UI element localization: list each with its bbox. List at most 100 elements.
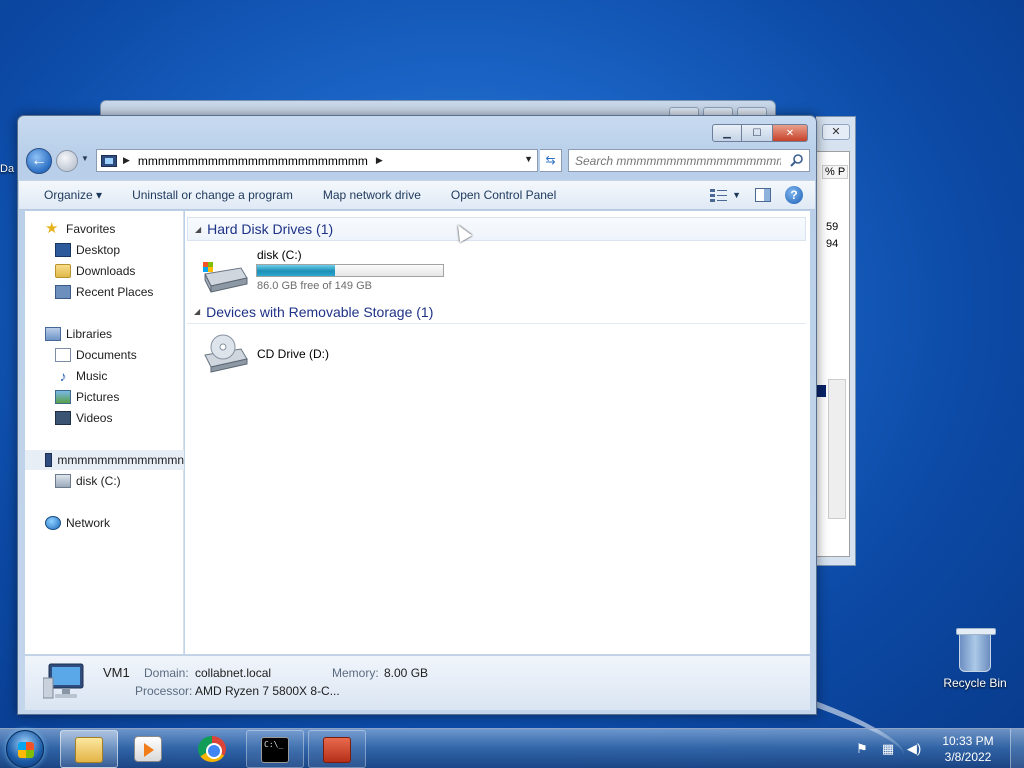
nav-item-label: mmmmmmmmmmmmn	[57, 453, 184, 467]
group-header-removable[interactable]: ◢ Devices with Removable Storage (1)	[187, 300, 806, 324]
nav-item-computer[interactable]: mmmmmmmmmmmmn	[25, 450, 184, 470]
taskbar-cmd-button[interactable]: C:\_	[246, 730, 304, 768]
drive-d-name[interactable]: CD Drive (D:)	[257, 347, 329, 361]
details-pane: VM1 Domain: collabnet.local Memory: 8.00…	[25, 655, 810, 710]
preview-pane-icon[interactable]	[755, 188, 771, 202]
action-center-flag-icon[interactable]: ⚑	[854, 741, 870, 757]
hard-drive-icon[interactable]	[201, 256, 249, 296]
search-icon[interactable]	[790, 153, 804, 167]
map-network-drive-button[interactable]: Map network drive	[308, 188, 436, 202]
command-prompt-icon: C:\_	[261, 737, 289, 763]
cd-drive-icon[interactable]	[201, 333, 249, 373]
show-desktop-button[interactable]	[1010, 729, 1024, 768]
address-bar[interactable]: ▶ mmmmmmmmmmmmmmmmmmmmmmm ▶ ▼	[96, 149, 538, 172]
nav-item-favorites[interactable]: ★ Favorites	[45, 219, 115, 239]
nav-item-recent-places[interactable]: Recent Places	[55, 282, 153, 302]
libraries-icon	[45, 327, 61, 341]
search-box[interactable]	[568, 149, 810, 172]
bg-cell: 59	[826, 221, 839, 233]
start-button[interactable]	[6, 730, 44, 768]
bg-selection-marker	[816, 385, 826, 397]
nav-item-network[interactable]: Network	[45, 513, 110, 533]
content-pane: ◢ Hard Disk Drives (1) disk (C:) 86.0 GB…	[185, 211, 810, 654]
change-view-icon[interactable]: ▼	[710, 188, 741, 202]
recycle-bin[interactable]: Recycle Bin	[940, 628, 1010, 690]
nav-item-label: Libraries	[66, 327, 113, 341]
bg-scrollbar[interactable]	[828, 379, 846, 519]
clock-time: 10:33 PM	[942, 734, 994, 748]
videos-icon	[55, 411, 71, 425]
system-tray: ⚑ ▦ ◀) 10:33 PM 3/8/2022	[854, 729, 1024, 768]
nav-item-label: Documents	[76, 348, 137, 362]
forward-button[interactable]	[56, 150, 78, 172]
maximize-button[interactable]: ☐	[742, 124, 772, 142]
recycle-bin-label: Recycle Bin	[943, 676, 1007, 690]
uninstall-program-button[interactable]: Uninstall or change a program	[117, 188, 308, 202]
nav-item-libraries[interactable]: Libraries	[45, 324, 112, 344]
downloads-folder-icon	[55, 264, 71, 278]
explorer-folder-icon	[75, 737, 103, 763]
toolbox-icon	[323, 737, 351, 763]
back-button[interactable]: ←	[26, 148, 52, 174]
search-input[interactable]	[575, 153, 781, 168]
breadcrumb-computer[interactable]: mmmmmmmmmmmmmmmmmmmmmmm	[138, 154, 368, 168]
command-bar: Organize ▾ Uninstall or change a program…	[19, 180, 815, 210]
music-note-icon: ♪	[59, 368, 67, 384]
drive-c-free-space: 86.0 GB free of 149 GB	[257, 280, 372, 292]
desktop-icon	[55, 243, 71, 257]
computer-icon	[45, 453, 53, 467]
star-icon: ★	[45, 220, 59, 237]
drive-c-usage-bar	[256, 264, 444, 277]
taskbar-chrome-button[interactable]	[184, 730, 242, 768]
nav-item-label: Favorites	[66, 222, 116, 236]
nav-item-label: Pictures	[76, 390, 120, 404]
pictures-icon	[55, 390, 71, 404]
clock[interactable]: 10:33 PM 3/8/2022	[932, 733, 1004, 765]
nav-item-label: Desktop	[76, 243, 121, 257]
taskbar-explorer-button[interactable]	[60, 730, 118, 768]
nav-item-downloads[interactable]: Downloads	[55, 261, 135, 281]
volume-icon[interactable]: ◀)	[906, 741, 922, 757]
background-task-window[interactable]: ✕ % P 59 94	[816, 116, 856, 566]
nav-item-label: disk (C:)	[76, 474, 121, 488]
close-button[interactable]: ✕	[772, 124, 808, 142]
explorer-window: ▁ ☐ ✕ ← ▼ ▶ mmmmmmmmmmmmmmmmmmmmmmm ▶ ▼ …	[17, 115, 817, 715]
nav-item-label: Videos	[76, 411, 113, 425]
drive-c-name[interactable]: disk (C:)	[257, 248, 302, 262]
breadcrumb-separator[interactable]: ▶	[376, 155, 383, 166]
address-dropdown[interactable]: ▼	[524, 154, 533, 164]
open-control-panel-button[interactable]: Open Control Panel	[436, 188, 571, 202]
collapse-triangle-icon[interactable]: ◢	[194, 307, 200, 316]
clock-date: 3/8/2022	[944, 750, 992, 764]
desktop-icon-label[interactable]: Da	[0, 163, 14, 175]
minimize-button[interactable]: ▁	[712, 124, 742, 142]
group-header-hard-disks[interactable]: ◢ Hard Disk Drives (1)	[187, 217, 806, 241]
drive-c-usage-fill	[257, 265, 336, 276]
network-tray-icon[interactable]: ▦	[880, 741, 896, 757]
nav-item-pictures[interactable]: Pictures	[55, 387, 119, 407]
help-icon[interactable]: ?	[785, 186, 803, 204]
caption-buttons: ▁ ☐ ✕	[712, 124, 808, 142]
recent-pages-dropdown[interactable]: ▼	[81, 154, 89, 163]
processor-value: AMD Ryzen 7 5800X 8-C...	[195, 684, 340, 698]
taskbar-media-player-button[interactable]	[120, 730, 178, 768]
bg-column-header[interactable]: % P	[822, 165, 849, 179]
nav-item-music[interactable]: ♪ Music	[55, 366, 108, 386]
network-icon	[45, 516, 61, 530]
taskbar-toolbox-button[interactable]	[308, 730, 366, 768]
chevron-down-icon[interactable]: ▼	[732, 190, 741, 200]
nav-item-disk-c[interactable]: disk (C:)	[55, 471, 121, 491]
domain-label: Domain:	[144, 666, 189, 680]
breadcrumb-separator[interactable]: ▶	[123, 155, 130, 166]
collapse-triangle-icon[interactable]: ◢	[195, 225, 201, 234]
refresh-button[interactable]: ⇆	[540, 149, 562, 172]
bg-close-button[interactable]: ✕	[822, 124, 850, 140]
nav-item-label: Downloads	[76, 264, 136, 278]
computer-name: VM1	[103, 665, 130, 680]
nav-item-videos[interactable]: Videos	[55, 408, 112, 428]
nav-item-documents[interactable]: Documents	[55, 345, 137, 365]
nav-item-desktop[interactable]: Desktop	[55, 240, 120, 260]
organize-menu[interactable]: Organize ▾	[19, 188, 117, 202]
hard-disk-icon	[55, 474, 71, 488]
memory-value: 8.00 GB	[384, 666, 429, 680]
